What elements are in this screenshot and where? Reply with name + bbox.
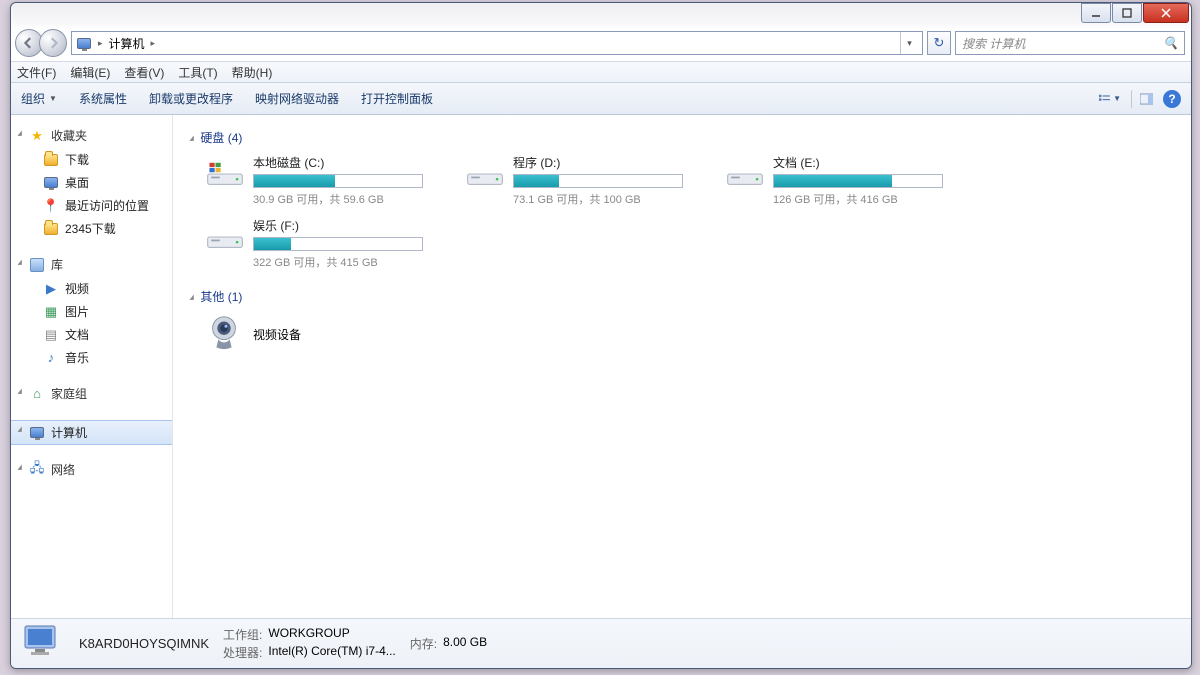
chevron-right-icon: ▸ <box>151 38 156 49</box>
minimize-button[interactable] <box>1081 3 1111 23</box>
sidebar-item-2345[interactable]: 2345下载 <box>11 217 172 240</box>
address-bar[interactable]: ▸ 计算机 ▸ ▾ <box>71 31 923 55</box>
picture-icon: ▦ <box>43 304 59 320</box>
group-header-other[interactable]: 其他 (1) <box>189 288 1175 305</box>
drive-free-text: 322 GB 可用，共 415 GB <box>253 254 445 270</box>
system-properties-button[interactable]: 系统属性 <box>79 90 127 107</box>
drive-item[interactable]: 本地磁盘 (C:) 30.9 GB 可用，共 59.6 GB <box>205 154 445 207</box>
drive-name: 程序 (D:) <box>513 154 705 171</box>
menu-file[interactable]: 文件(F) <box>17 64 56 81</box>
status-workgroup-value: WORKGROUP <box>268 626 349 643</box>
sidebar-item-pictures[interactable]: ▦图片 <box>11 300 172 323</box>
status-mem-label: 内存: <box>410 635 437 652</box>
explorer-window: ▸ 计算机 ▸ ▾ ↻ 搜索 计算机 🔍 文件(F) 编辑(E) 查看(V) 工… <box>10 2 1192 669</box>
content-area: 硬盘 (4) 本地磁盘 (C:) 30.9 GB 可用，共 59.6 GB 程序… <box>173 115 1191 618</box>
drive-item[interactable]: 文档 (E:) 126 GB 可用，共 416 GB <box>725 154 965 207</box>
desktop-icon <box>43 175 59 191</box>
sidebar-favorites[interactable]: ★收藏夹 <box>11 125 172 148</box>
drive-name: 本地磁盘 (C:) <box>253 154 445 171</box>
menu-edit[interactable]: 编辑(E) <box>70 64 110 81</box>
sidebar-item-videos[interactable]: ▶视频 <box>11 277 172 300</box>
homegroup-icon: ⌂ <box>29 386 45 402</box>
drive-free-text: 30.9 GB 可用，共 59.6 GB <box>253 191 445 207</box>
control-panel-button[interactable]: 打开控制面板 <box>361 90 433 107</box>
status-workgroup-label: 工作组: <box>223 626 262 643</box>
status-cpu-value: Intel(R) Core(TM) i7-4... <box>268 644 395 661</box>
menu-tools[interactable]: 工具(T) <box>178 64 217 81</box>
hdd-icon <box>465 154 505 194</box>
menu-help[interactable]: 帮助(H) <box>232 64 273 81</box>
drive-name: 文档 (E:) <box>773 154 965 171</box>
webcam-icon <box>205 313 243 356</box>
menu-bar: 文件(F) 编辑(E) 查看(V) 工具(T) 帮助(H) <box>11 61 1191 83</box>
group-header-drives[interactable]: 硬盘 (4) <box>189 129 1175 146</box>
sidebar-item-music[interactable]: ♪音乐 <box>11 346 172 369</box>
doc-icon: ▤ <box>43 327 59 343</box>
sidebar-item-desktop[interactable]: 桌面 <box>11 171 172 194</box>
close-button[interactable] <box>1143 3 1189 23</box>
command-bar: 组织 ▼ 系统属性 卸载或更改程序 映射网络驱动器 打开控制面板 ▼ ? <box>11 83 1191 115</box>
search-input[interactable]: 搜索 计算机 🔍 <box>955 31 1185 55</box>
maximize-button[interactable] <box>1112 3 1142 23</box>
recent-icon: 📍 <box>43 198 59 214</box>
status-mem-value: 8.00 GB <box>443 635 487 652</box>
computer-large-icon <box>21 622 65 665</box>
computer-icon <box>29 425 45 441</box>
refresh-button[interactable]: ↻ <box>927 31 951 55</box>
search-icon: 🔍 <box>1163 36 1178 50</box>
hdd-icon <box>205 154 245 194</box>
chevron-right-icon: ▸ <box>98 38 103 49</box>
breadcrumb-computer[interactable]: 计算机 <box>109 35 145 52</box>
drive-name: 娱乐 (F:) <box>253 217 445 234</box>
sidebar-homegroup[interactable]: ⌂家庭组 <box>11 383 172 406</box>
sidebar-network[interactable]: 🖧网络 <box>11 459 172 482</box>
other-device-label: 视频设备 <box>253 326 301 343</box>
hdd-icon <box>205 217 245 257</box>
library-icon <box>29 257 45 273</box>
drive-usage-bar <box>253 174 423 188</box>
drive-item[interactable]: 娱乐 (F:) 322 GB 可用，共 415 GB <box>205 217 445 270</box>
sidebar-item-downloads[interactable]: 下载 <box>11 148 172 171</box>
drive-usage-bar <box>253 237 423 251</box>
other-device[interactable]: 视频设备 <box>205 313 445 356</box>
sidebar-computer[interactable]: 计算机 <box>11 420 172 445</box>
folder-icon <box>43 152 59 168</box>
address-bar-row: ▸ 计算机 ▸ ▾ ↻ 搜索 计算机 🔍 <box>11 27 1191 61</box>
drive-usage-bar <box>513 174 683 188</box>
drive-usage-bar <box>773 174 943 188</box>
music-icon: ♪ <box>43 350 59 366</box>
folder-icon <box>43 221 59 237</box>
video-icon: ▶ <box>43 281 59 297</box>
forward-button[interactable] <box>39 29 67 57</box>
status-cpu-label: 处理器: <box>223 644 262 661</box>
hdd-icon <box>725 154 765 194</box>
address-dropdown[interactable]: ▾ <box>900 32 918 54</box>
title-bar <box>11 3 1191 27</box>
uninstall-button[interactable]: 卸载或更改程序 <box>149 90 233 107</box>
preview-pane-button[interactable] <box>1131 90 1153 108</box>
view-mode-button[interactable]: ▼ <box>1099 90 1121 108</box>
sidebar-libraries[interactable]: 库 <box>11 254 172 277</box>
details-pane: K8ARD0HOYSQIMNK 工作组: WORKGROUP 处理器: Intel(… <box>11 618 1191 668</box>
search-placeholder: 搜索 计算机 <box>962 35 1025 52</box>
star-icon: ★ <box>29 128 45 144</box>
status-computer-name: K8ARD0HOYSQIMNK <box>79 636 209 651</box>
drive-item[interactable]: 程序 (D:) 73.1 GB 可用，共 100 GB <box>465 154 705 207</box>
help-button[interactable]: ? <box>1163 90 1181 108</box>
drive-free-text: 126 GB 可用，共 416 GB <box>773 191 965 207</box>
menu-view[interactable]: 查看(V) <box>124 64 164 81</box>
organize-button[interactable]: 组织 ▼ <box>21 90 57 107</box>
map-drive-button[interactable]: 映射网络驱动器 <box>255 90 339 107</box>
network-icon: 🖧 <box>29 462 45 478</box>
computer-icon <box>76 35 92 51</box>
sidebar-item-recent[interactable]: 📍最近访问的位置 <box>11 194 172 217</box>
sidebar-item-documents[interactable]: ▤文档 <box>11 323 172 346</box>
drive-free-text: 73.1 GB 可用，共 100 GB <box>513 191 705 207</box>
nav-pane: ★收藏夹 下载 桌面 📍最近访问的位置 2345下载 库 ▶视频 ▦图片 ▤文档… <box>11 115 173 618</box>
